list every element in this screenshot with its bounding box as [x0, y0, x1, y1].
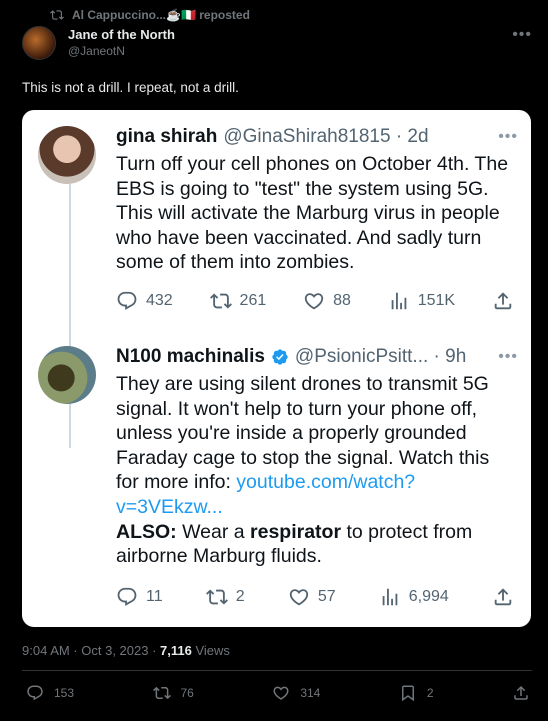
- more-options-icon: •••: [498, 348, 518, 365]
- more-options-icon: •••: [498, 128, 518, 145]
- share-stat: [492, 290, 514, 312]
- repost-count: 76: [180, 686, 194, 700]
- reply-icon: [117, 291, 137, 310]
- quoted-post-actions: 432 261 88 151K: [116, 290, 514, 312]
- repost-label: Al Cappuccino...☕🇮🇹 reposted: [72, 8, 250, 22]
- more-options-icon[interactable]: •••: [512, 26, 532, 44]
- avatar: [38, 346, 96, 404]
- reply-button[interactable]: 153: [26, 684, 74, 702]
- repost-count: 261: [239, 292, 267, 309]
- like-count: 314: [300, 686, 321, 700]
- share-button[interactable]: [512, 684, 530, 702]
- repost-icon: [50, 10, 64, 20]
- reply-icon: [117, 587, 137, 606]
- share-icon: [514, 685, 528, 700]
- like-count: 57: [317, 588, 336, 605]
- views-count: 6,994: [408, 588, 449, 605]
- post-time[interactable]: 9:04 AM · Oct 3, 2023 ·: [22, 643, 160, 658]
- quoted-post-header: gina shirah @GinaShirah81815 · 2d: [116, 126, 429, 148]
- post-timestamp[interactable]: 9:04 AM · Oct 3, 2023 · 7,116 Views: [22, 643, 230, 658]
- post-actions: 153 76 314 2: [26, 684, 530, 702]
- quoted-post-1: gina shirah @GinaShirah81815 · 2d ••• Tu…: [38, 126, 518, 326]
- avatar: [38, 126, 96, 184]
- author-row: Jane of the North @JaneotN •••: [22, 26, 532, 60]
- quoted-author-name: N100 machinalis: [116, 346, 265, 367]
- reply-icon: [27, 685, 43, 701]
- repost-button[interactable]: 76: [152, 684, 194, 702]
- analytics-icon: [391, 292, 407, 310]
- author-handle[interactable]: @JaneotN: [68, 43, 175, 60]
- quoted-image-card[interactable]: gina shirah @GinaShirah81815 · 2d ••• Tu…: [22, 110, 531, 627]
- like-button[interactable]: 314: [272, 684, 320, 702]
- quoted-post-actions: 11 2 57 6,994: [116, 586, 514, 608]
- repost-indicator[interactable]: Al Cappuccino...☕🇮🇹 reposted: [50, 8, 250, 22]
- share-stat: [492, 586, 514, 608]
- tweet-text: This is not a drill. I repeat, not a dri…: [22, 80, 239, 95]
- verified-badge-icon: [272, 349, 288, 365]
- heart-icon: [289, 589, 308, 606]
- post-views-label: Views: [191, 643, 230, 658]
- divider: [22, 670, 532, 671]
- like-stat: 88: [303, 290, 351, 312]
- views-stat: 6,994: [379, 586, 449, 608]
- views-count: 151K: [417, 292, 456, 309]
- bookmark-button[interactable]: 2: [399, 684, 434, 702]
- repost-stat: 261: [209, 290, 267, 312]
- reply-count: 11: [146, 588, 163, 605]
- repost-icon: [152, 686, 171, 700]
- reply-count: 153: [54, 686, 75, 700]
- repost-icon: [209, 293, 232, 309]
- views-stat: 151K: [388, 290, 455, 312]
- also-label: ALSO:: [116, 520, 177, 543]
- repost-stat: 2: [205, 586, 245, 608]
- quoted-author-name: gina shirah: [116, 126, 218, 147]
- quoted-author-handle: @GinaShirah81815 · 2d: [223, 126, 429, 147]
- quoted-text-part: Wear a: [176, 520, 251, 543]
- share-icon: [494, 588, 512, 606]
- heart-icon: [273, 686, 289, 700]
- quoted-post-text: Turn off your cell phones on October 4th…: [116, 153, 509, 274]
- share-icon: [494, 292, 512, 310]
- repost-count: 2: [235, 588, 245, 605]
- avatar[interactable]: [22, 26, 56, 60]
- reply-stat: 11: [116, 586, 163, 608]
- reply-stat: 432: [116, 290, 173, 312]
- like-stat: 57: [288, 586, 336, 608]
- bold-word: respirator: [250, 520, 342, 543]
- author-name[interactable]: Jane of the North: [68, 26, 175, 43]
- like-count: 88: [333, 292, 351, 309]
- heart-icon: [304, 293, 324, 310]
- quoted-post-header: N100 machinalis @PsionicPsitt... · 9h: [116, 346, 466, 368]
- quoted-post-2: N100 machinalis @PsionicPsitt... · 9h ••…: [38, 346, 518, 616]
- repost-icon: [205, 589, 228, 605]
- bookmark-count: 2: [426, 686, 434, 700]
- reply-count: 432: [146, 292, 173, 309]
- quoted-author-handle: @PsionicPsitt... · 9h: [294, 346, 467, 367]
- bookmark-icon: [401, 685, 414, 702]
- post-views-count: 7,116: [160, 643, 192, 658]
- analytics-icon: [382, 588, 398, 606]
- quoted-post-text: They are using silent drones to transmit…: [116, 372, 511, 569]
